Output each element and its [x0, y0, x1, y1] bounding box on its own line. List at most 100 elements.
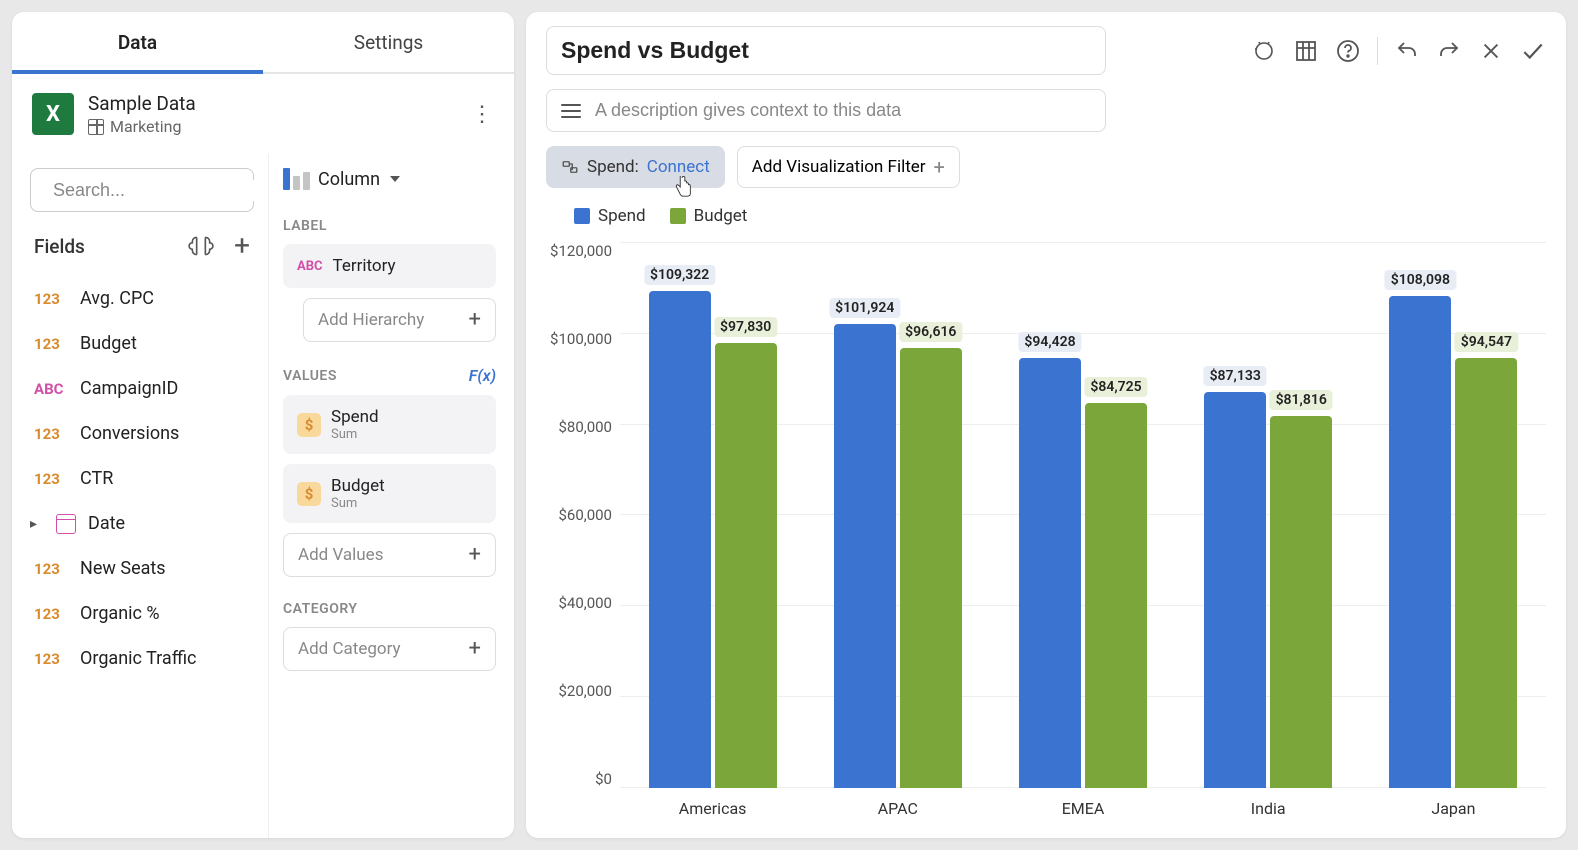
chart-area: $120,000$100,000$80,000$60,000$40,000$20… — [546, 234, 1546, 824]
numeric-type-icon: 123 — [34, 605, 68, 623]
bar-budget[interactable]: $81,816 — [1270, 416, 1332, 788]
add-values-button[interactable]: Add Values + — [283, 533, 496, 577]
search-input[interactable] — [53, 180, 268, 201]
numeric-type-icon: 123 — [34, 425, 68, 443]
field-name-label: CampaignID — [80, 378, 178, 399]
grid-view-icon[interactable] — [1293, 38, 1319, 64]
plus-icon: + — [469, 309, 481, 331]
y-tick-label: $40,000 — [546, 594, 612, 612]
add-field-icon[interactable]: + — [234, 232, 250, 260]
help-icon[interactable] — [1335, 38, 1361, 64]
y-tick-label: $20,000 — [546, 682, 612, 700]
bar-value-label: $108,098 — [1385, 270, 1456, 290]
add-hierarchy-button[interactable]: Add Hierarchy + — [303, 298, 496, 342]
y-tick-label: $120,000 — [546, 242, 612, 260]
field-item[interactable]: 123Organic Traffic — [30, 636, 254, 681]
plot-area: $109,322$97,830Americas$101,924$96,616AP… — [620, 234, 1546, 824]
bar-spend[interactable]: $94,428 — [1019, 358, 1081, 788]
category-label: Japan — [1361, 799, 1546, 818]
field-item[interactable]: 123CTR — [30, 456, 254, 501]
add-filter-button[interactable]: Add Visualization Filter + — [737, 146, 960, 188]
field-name-label: Organic % — [80, 603, 160, 624]
field-item[interactable]: 123Budget — [30, 321, 254, 366]
text-type-icon: ABC — [34, 380, 68, 398]
legend-label: Spend — [598, 206, 646, 226]
connect-filter-pill[interactable]: Spend: Connect — [546, 146, 725, 188]
separator — [1377, 37, 1378, 65]
confirm-icon[interactable] — [1520, 38, 1546, 64]
add-category-button[interactable]: Add Category + — [283, 627, 496, 671]
undo-icon[interactable] — [1394, 38, 1420, 64]
bar-spend[interactable]: $87,133 — [1204, 392, 1266, 788]
y-tick-label: $60,000 — [546, 506, 612, 524]
ai-suggest-icon[interactable] — [188, 233, 214, 259]
bar-budget[interactable]: $97,830 — [715, 343, 777, 788]
bar-spend[interactable]: $109,322 — [649, 291, 711, 788]
bar-value-label: $97,830 — [714, 317, 777, 337]
chart-category: $101,924$96,616 APAC — [805, 242, 990, 824]
section-category: CATEGORY — [283, 601, 496, 617]
datasource-menu-icon[interactable]: ⋮ — [470, 102, 494, 127]
currency-icon: $ — [297, 413, 321, 437]
left-panel: Data Settings X Sample Data Marketing ⋮ — [12, 12, 514, 838]
bar-value-label: $94,547 — [1455, 332, 1518, 352]
field-name-label: Date — [88, 513, 125, 534]
chart-type-selector[interactable]: Column — [283, 168, 496, 190]
tab-settings[interactable]: Settings — [263, 12, 514, 72]
y-tick-label: $80,000 — [546, 418, 612, 436]
fx-button[interactable]: F(x) — [469, 366, 496, 385]
field-item[interactable]: 123Avg. CPC — [30, 276, 254, 321]
explore-icon[interactable] — [1251, 38, 1277, 64]
description-input[interactable] — [595, 100, 1091, 121]
category-label: Americas — [620, 799, 805, 818]
swatch-green — [670, 208, 686, 224]
description-input-wrap[interactable] — [546, 89, 1106, 132]
field-item[interactable]: 123Conversions — [30, 411, 254, 456]
legend-item-budget[interactable]: Budget — [670, 206, 748, 226]
bar-budget[interactable]: $84,725 — [1085, 403, 1147, 788]
datasource-table: Marketing — [110, 117, 181, 136]
legend-item-spend[interactable]: Spend — [574, 206, 646, 226]
add-hierarchy-label: Add Hierarchy — [318, 310, 424, 330]
label-pill-territory[interactable]: ABC Territory — [283, 244, 496, 288]
field-name-label: Budget — [80, 333, 137, 354]
redo-icon[interactable] — [1436, 38, 1462, 64]
numeric-type-icon: 123 — [34, 560, 68, 578]
datasource-header: X Sample Data Marketing ⋮ — [12, 74, 514, 154]
legend-label: Budget — [694, 206, 748, 226]
field-item[interactable]: ▸ Date — [30, 501, 254, 546]
value-pill-budget[interactable]: $ Budget Sum — [283, 464, 496, 523]
table-icon — [88, 119, 104, 135]
category-label: India — [1176, 799, 1361, 818]
bar-budget[interactable]: $96,616 — [900, 348, 962, 788]
bar-value-label: $94,428 — [1018, 332, 1081, 352]
bar-value-label: $87,133 — [1204, 366, 1267, 386]
search-input-wrap[interactable] — [30, 168, 254, 212]
chart-title-input[interactable] — [546, 26, 1106, 75]
field-item[interactable]: 123New Seats — [30, 546, 254, 591]
expand-chevron-icon[interactable]: ▸ — [30, 516, 42, 532]
value-pill-spend[interactable]: $ Spend Sum — [283, 395, 496, 454]
close-icon[interactable] — [1478, 38, 1504, 64]
chart-type-label: Column — [318, 169, 380, 190]
description-icon — [561, 104, 581, 118]
bar-budget[interactable]: $94,547 — [1455, 358, 1517, 788]
value-pill-name: Budget — [331, 476, 385, 496]
field-name-label: Avg. CPC — [80, 288, 154, 309]
field-item[interactable]: 123 Organic % — [30, 591, 254, 636]
section-label: LABEL — [283, 218, 496, 234]
excel-icon: X — [32, 93, 74, 135]
right-panel: Spend: Connect Add Visualization Filter … — [526, 12, 1566, 838]
field-item[interactable]: ABC CampaignID — [30, 366, 254, 411]
category-label: APAC — [805, 799, 990, 818]
values-heading: VALUES — [283, 368, 337, 384]
bar-spend[interactable]: $101,924 — [834, 324, 896, 788]
link-icon — [561, 158, 579, 176]
value-pill-agg: Sum — [331, 496, 385, 511]
bar-spend[interactable]: $108,098 — [1389, 296, 1451, 788]
bar-value-label: $109,322 — [644, 265, 715, 285]
plus-icon: + — [934, 157, 945, 177]
plus-icon: + — [469, 544, 481, 566]
section-values: VALUES F(x) — [283, 366, 496, 385]
tab-data[interactable]: Data — [12, 12, 263, 72]
